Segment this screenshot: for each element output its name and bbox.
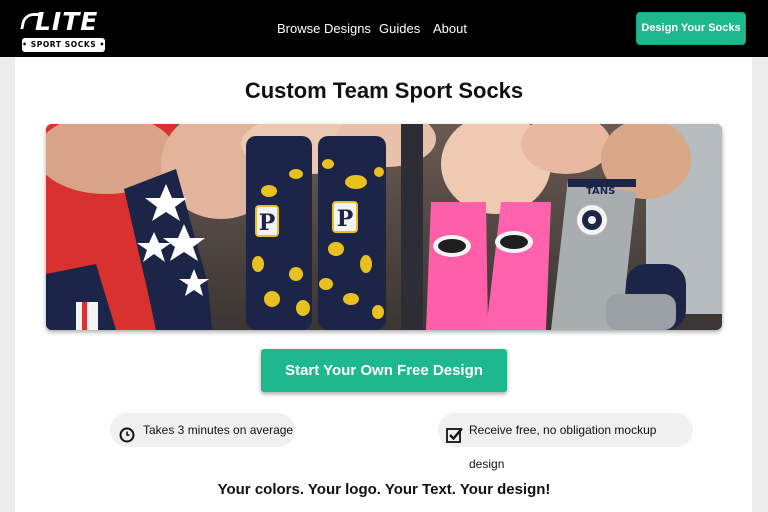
start-free-design-button[interactable]: Start Your Own Free Design xyxy=(261,349,507,392)
feature-text-time: Takes 3 minutes on average xyxy=(143,423,294,437)
nav-browse-designs[interactable]: Browse Designs xyxy=(277,21,371,36)
top-navbar: LITE • SPORT SOCKS • Browse Designs Guid… xyxy=(0,0,768,57)
tagline: Your colors. Your logo. Your Text. Your … xyxy=(217,481,551,498)
gray-sock-text: TANS xyxy=(586,186,615,197)
hero-image: P P TANS xyxy=(46,124,722,330)
feature-pill-time: Takes 3 minutes on average xyxy=(110,413,295,447)
pink-sock-left xyxy=(426,202,488,330)
nav-guides[interactable]: Guides xyxy=(379,21,420,36)
logo-wordmark: LITE xyxy=(35,7,99,36)
checkbox-icon xyxy=(446,422,464,456)
clock-icon xyxy=(119,422,135,456)
hero-socks-photo: P P TANS xyxy=(46,124,722,330)
elite-logo[interactable]: LITE • SPORT SOCKS • xyxy=(20,7,106,53)
page-title: Custom Team Sport Socks xyxy=(244,78,524,103)
nav-about[interactable]: About xyxy=(433,21,467,36)
feature-pill-mockup: Receive free, no obligation mockup desig… xyxy=(438,413,693,471)
sock-logo-letter-left: P xyxy=(259,210,276,236)
logo-tagline: • SPORT SOCKS • xyxy=(22,38,105,52)
sock-logo-letter-right: P xyxy=(337,206,354,232)
design-your-socks-button[interactable]: Design Your Socks xyxy=(636,12,746,45)
